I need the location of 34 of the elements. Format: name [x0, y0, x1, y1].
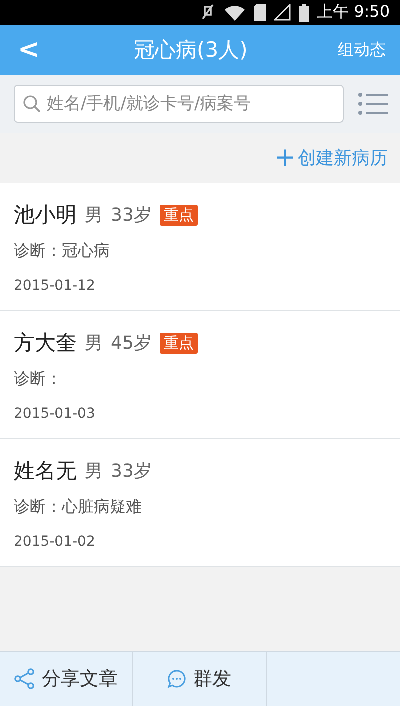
- share-icon: [14, 668, 36, 690]
- signal-icon: [274, 4, 291, 21]
- patient-card[interactable]: 池小明 男 33岁 重点 诊断：冠心病 2015-01-12: [0, 183, 400, 311]
- patient-gender: 男: [85, 460, 103, 483]
- record-date: 2015-01-03: [14, 406, 96, 422]
- page-title: 冠心病(3人): [133, 37, 249, 64]
- patient-card[interactable]: 方大奎 男 45岁 重点 诊断： 2015-01-03: [0, 311, 400, 439]
- priority-badge: 重点: [160, 204, 198, 226]
- patient-name: 池小明: [14, 202, 77, 229]
- menu-icon[interactable]: [358, 92, 388, 116]
- patient-age: 33岁: [111, 460, 152, 483]
- record-date: 2015-01-12: [14, 278, 96, 294]
- battery-icon: [298, 4, 309, 22]
- group-message-button[interactable]: 群发: [133, 652, 267, 706]
- record-date: 2015-01-02: [14, 534, 96, 550]
- diagnosis-text: 诊断：心脏病疑难: [14, 497, 143, 518]
- wifi-icon: [224, 4, 246, 20]
- diagnosis-text: 诊断：冠心病: [14, 241, 111, 262]
- patient-age: 45岁: [111, 332, 152, 355]
- clock-time: 上午 9:50: [316, 2, 390, 23]
- mute-icon: [200, 4, 216, 22]
- patient-name: 姓名无: [14, 458, 77, 485]
- search-field[interactable]: 姓名/手机/就诊卡号/病案号: [14, 85, 344, 123]
- patient-gender: 男: [85, 204, 103, 227]
- patient-age: 33岁: [111, 204, 152, 227]
- share-article-button[interactable]: 分享文章: [0, 652, 134, 706]
- diagnosis-text: 诊断：: [14, 369, 63, 390]
- patient-gender: 男: [85, 332, 103, 355]
- chat-bubble-icon: [167, 669, 188, 689]
- priority-badge: 重点: [160, 332, 198, 354]
- search-icon: [23, 95, 41, 113]
- sim-card-icon: [254, 4, 266, 21]
- patient-card[interactable]: 姓名无 男 33岁 诊断：心脏病疑难 2015-01-02: [0, 439, 400, 567]
- patient-name: 方大奎: [14, 330, 77, 357]
